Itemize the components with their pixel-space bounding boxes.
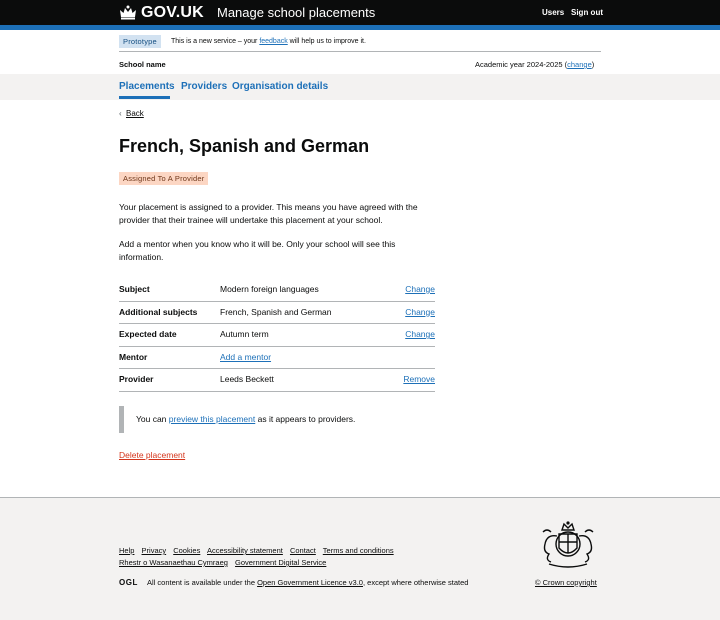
- summary-key: Additional subjects: [119, 306, 198, 317]
- assigned-description: Your placement is assigned to a provider…: [119, 202, 418, 225]
- back-link[interactable]: Back: [126, 109, 144, 118]
- summary-list: Subject Modern foreign languages Change …: [119, 279, 435, 392]
- footer-link-terms[interactable]: Terms and conditions: [323, 546, 394, 555]
- change-subject-link[interactable]: Change: [405, 284, 435, 294]
- summary-key: Mentor: [119, 351, 148, 362]
- footer-link-cookies[interactable]: Cookies: [173, 546, 200, 555]
- phase-text: This is a new service – your feedback wi…: [171, 38, 366, 45]
- add-mentor-link[interactable]: Add a mentor: [220, 352, 271, 362]
- change-expected-date-link[interactable]: Change: [405, 329, 435, 339]
- footer-link-accessibility[interactable]: Accessibility statement: [207, 546, 283, 555]
- service-name[interactable]: Manage school placements: [217, 5, 375, 20]
- footer-link-gds[interactable]: Government Digital Service: [235, 558, 326, 567]
- licence-link[interactable]: Open Government Licence v3.0: [257, 578, 363, 587]
- summary-value: Autumn term: [220, 329, 269, 340]
- footer-link-contact[interactable]: Contact: [290, 546, 316, 555]
- ogl-logo: OGL: [119, 578, 138, 587]
- summary-value: French, Spanish and German: [220, 306, 332, 317]
- tab-placements[interactable]: Placements: [119, 81, 175, 92]
- mentor-description: Add a mentor when you know who it will b…: [119, 239, 396, 262]
- site-header: GOV.UK Manage school placements Users Si…: [0, 0, 720, 25]
- royal-coat-of-arms-icon: [542, 521, 594, 568]
- change-additional-subjects-link[interactable]: Change: [405, 307, 435, 317]
- summary-key: Expected date: [119, 329, 177, 340]
- summary-row-mentor: Mentor Add a mentor: [119, 347, 435, 370]
- active-tab-indicator: [119, 96, 170, 99]
- feedback-link[interactable]: feedback: [259, 38, 287, 45]
- sub-navigation: Placements Providers Organisation detail…: [0, 74, 720, 100]
- crown-icon: [120, 5, 136, 20]
- footer-link-welsh-services[interactable]: Rhestr o Wasanaethau Cymraeg: [119, 558, 228, 567]
- page-title: French, Spanish and German: [119, 136, 370, 156]
- academic-year: Academic year 2024-2025 (change): [475, 60, 595, 69]
- summary-key: Subject: [119, 284, 150, 294]
- footer-link-help[interactable]: Help: [119, 546, 134, 555]
- footer-links: Help Privacy Cookies Accessibility state…: [119, 546, 399, 555]
- chevron-left-icon: ‹: [119, 109, 122, 118]
- summary-row-provider: Provider Leeds Beckett Remove: [119, 369, 435, 392]
- footer-link-privacy[interactable]: Privacy: [142, 546, 167, 555]
- status-badge: Assigned To A Provider: [119, 172, 209, 185]
- school-name: School name: [119, 60, 166, 69]
- tab-providers[interactable]: Providers: [181, 81, 227, 92]
- remove-provider-link[interactable]: Remove: [403, 374, 435, 384]
- site-footer: Help Privacy Cookies Accessibility state…: [0, 497, 720, 620]
- crown-copyright-link[interactable]: © Crown copyright: [535, 578, 597, 587]
- summary-value: Leeds Beckett: [220, 374, 274, 385]
- govuk-logo[interactable]: GOV.UK: [141, 4, 204, 22]
- nav-sign-out-link[interactable]: Sign out: [571, 8, 603, 17]
- preview-placement-link[interactable]: preview this placement: [169, 414, 255, 424]
- summary-row-subject: Subject Modern foreign languages Change: [119, 279, 435, 302]
- licence-text: All content is available under the Open …: [147, 578, 469, 587]
- tab-organisation-details[interactable]: Organisation details: [232, 81, 328, 92]
- change-academic-year-link[interactable]: change: [567, 60, 592, 69]
- inset-text: You can preview this placement as it app…: [119, 406, 435, 433]
- summary-row-additional-subjects: Additional subjects French, Spanish and …: [119, 302, 435, 325]
- delete-placement-link[interactable]: Delete placement: [119, 450, 185, 460]
- summary-row-expected-date: Expected date Autumn term Change: [119, 324, 435, 347]
- phase-tag: Prototype: [119, 35, 161, 48]
- summary-key: Provider: [119, 374, 154, 385]
- footer-links-secondary: Rhestr o Wasanaethau Cymraeg Government …: [119, 558, 331, 567]
- header-accent-bar: [0, 25, 720, 30]
- summary-value: Modern foreign languages: [220, 284, 319, 294]
- nav-users-link[interactable]: Users: [542, 8, 564, 17]
- phase-banner: Prototype This is a new service – your f…: [119, 34, 601, 52]
